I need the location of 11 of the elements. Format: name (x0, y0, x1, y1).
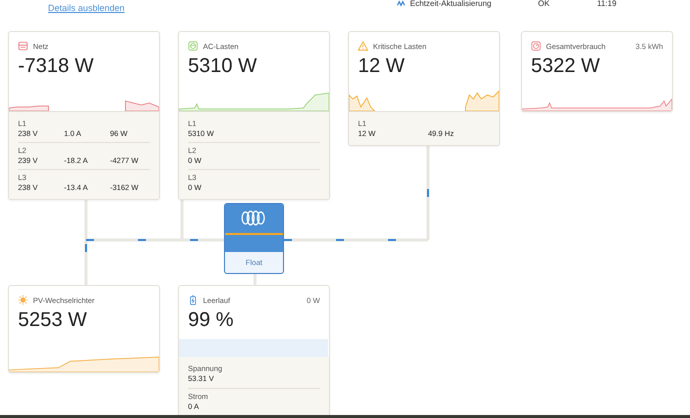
card-value: 5253 W (17, 308, 88, 332)
status-label: Echtzeit-Aktualisierung (410, 0, 492, 8)
status-value: OK (538, 0, 550, 8)
card-value: 12 W (357, 54, 406, 78)
card-value: 5310 W (187, 54, 258, 78)
card-value: 5322 W (530, 54, 601, 78)
card-value: 99 % (187, 308, 235, 332)
details-link[interactable]: Details ausblenden (48, 3, 125, 13)
card-value: -7318 W (17, 54, 95, 78)
status-time: 11:19 (597, 0, 616, 8)
wave-icon (396, 0, 406, 7)
